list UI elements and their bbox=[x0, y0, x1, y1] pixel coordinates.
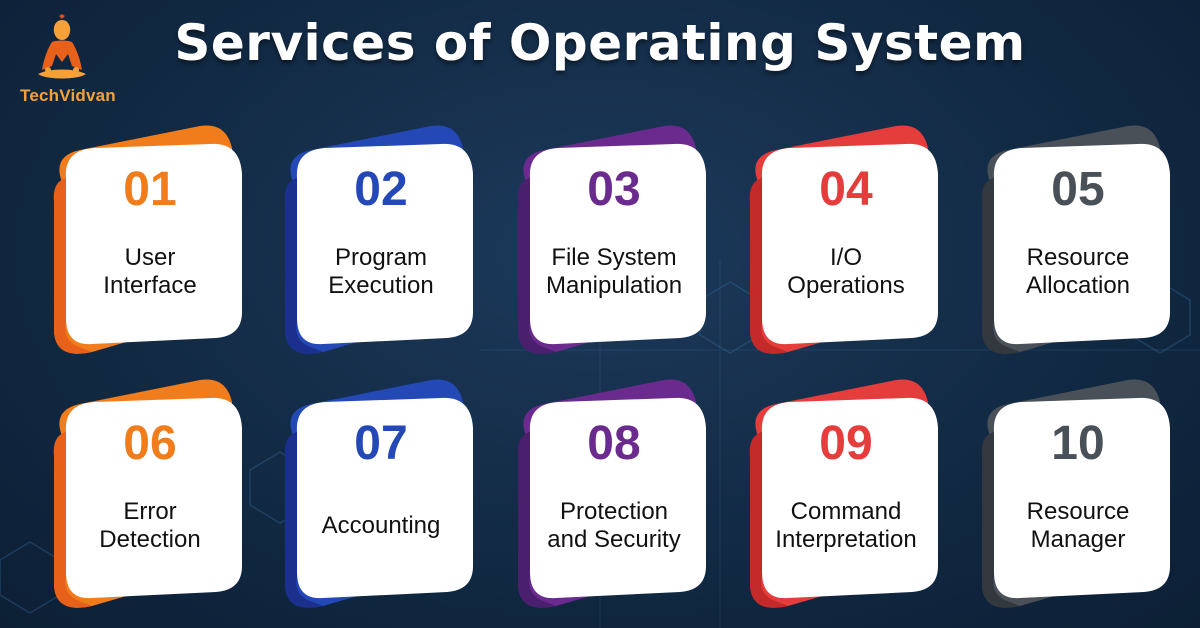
service-card: 03 File System Manipulation bbox=[516, 122, 712, 354]
card-label: Protection and Security bbox=[547, 498, 681, 553]
card-shape bbox=[284, 379, 473, 608]
service-card: 07 Accounting bbox=[283, 376, 479, 608]
service-card: 02 Program Execution bbox=[283, 122, 479, 354]
card-shape bbox=[284, 125, 473, 354]
card-number: 04 bbox=[819, 163, 873, 216]
card-number: 05 bbox=[1051, 163, 1105, 216]
service-card: 09 Command Interpretation bbox=[748, 376, 944, 608]
service-card: 04 I/O Operations bbox=[748, 122, 944, 354]
card-label: Program Execution bbox=[328, 244, 434, 299]
service-card: 10 Resource Manager bbox=[980, 376, 1176, 608]
card-number: 01 bbox=[123, 163, 177, 216]
card-number: 09 bbox=[819, 417, 873, 470]
card-label: Resource Allocation bbox=[1025, 244, 1131, 299]
card-shape bbox=[53, 125, 242, 354]
card-number: 03 bbox=[587, 163, 641, 216]
card-label: Command Interpretation bbox=[775, 498, 917, 553]
card-label: Resource Manager bbox=[1026, 498, 1130, 553]
service-card: 06 Error Detection bbox=[52, 376, 248, 608]
card-shape bbox=[981, 379, 1170, 608]
card-label: I/O Operations bbox=[787, 244, 905, 299]
card-label: User Interface bbox=[103, 244, 197, 299]
card-shape bbox=[517, 379, 706, 608]
card-shape bbox=[53, 379, 242, 608]
card-number: 06 bbox=[123, 417, 177, 470]
card-shape bbox=[517, 125, 706, 354]
page-title: Services of Operating System bbox=[174, 14, 1026, 72]
card-label: File System Manipulation bbox=[545, 244, 683, 299]
card-number: 02 bbox=[354, 163, 408, 216]
service-card: 08 Protection and Security bbox=[516, 376, 712, 608]
service-card: 01 User Interface bbox=[52, 122, 248, 354]
brand-name: TechVidvan bbox=[20, 86, 116, 105]
card-shape bbox=[749, 379, 938, 608]
card-label: Accounting bbox=[321, 512, 441, 539]
card-number: 07 bbox=[354, 417, 408, 470]
card-shape bbox=[749, 125, 938, 354]
card-label: Error Detection bbox=[99, 498, 201, 553]
service-card: 05 Resource Allocation bbox=[980, 122, 1176, 354]
card-number: 08 bbox=[587, 417, 641, 470]
card-shape bbox=[981, 125, 1170, 354]
card-number: 10 bbox=[1051, 417, 1105, 470]
